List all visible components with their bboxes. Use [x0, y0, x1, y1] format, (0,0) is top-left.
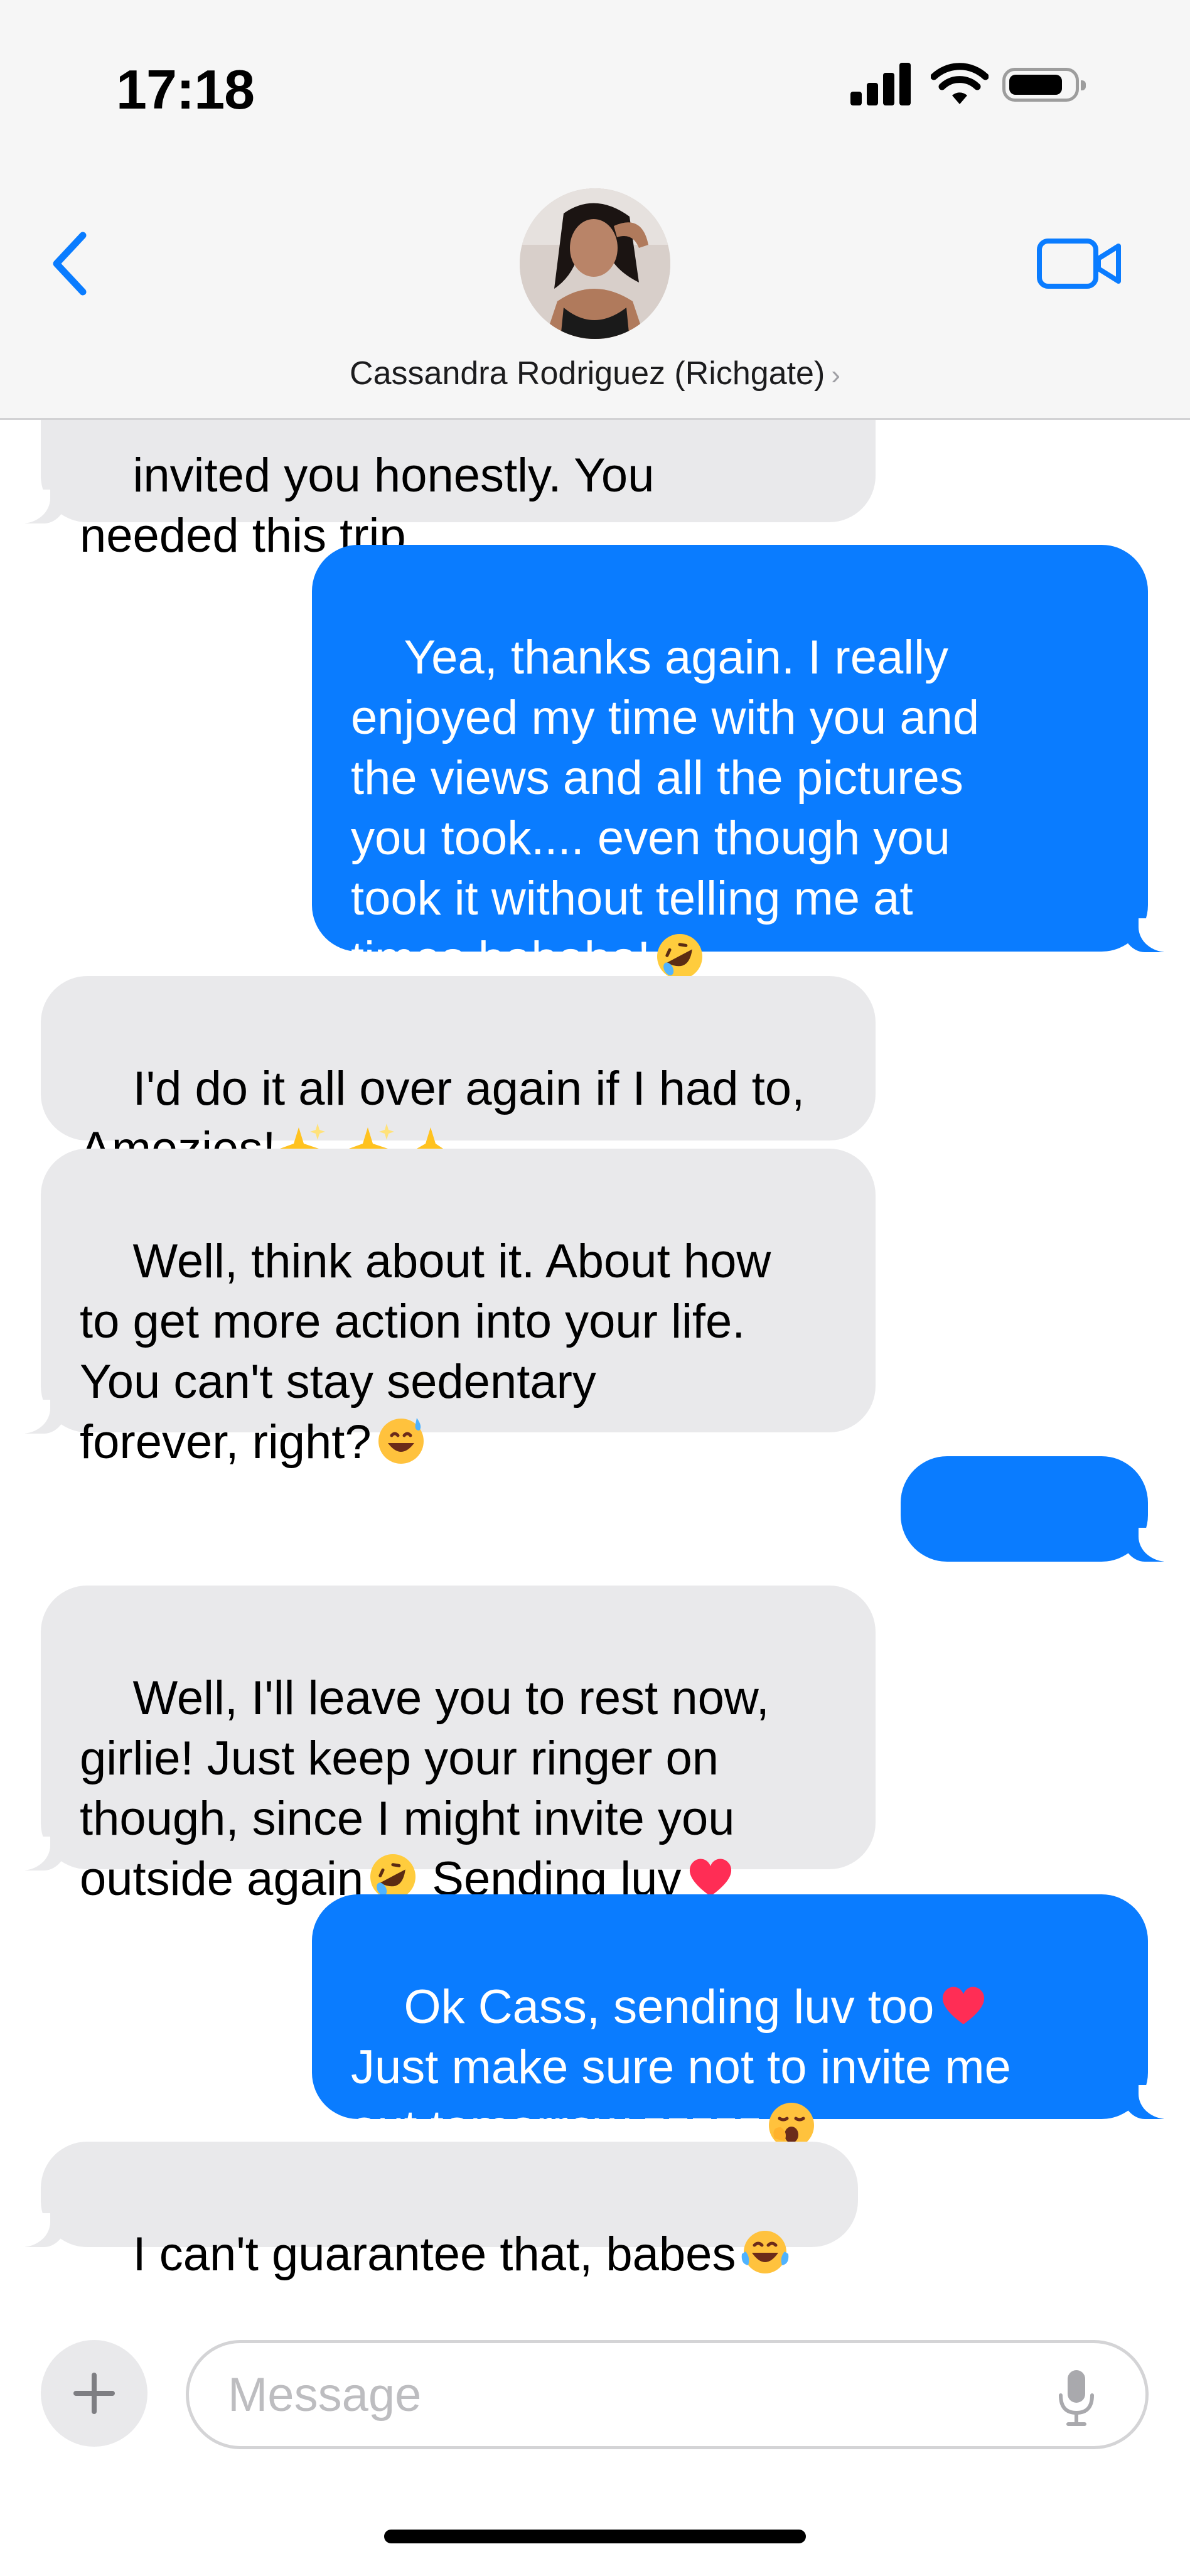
message-text: Ok Cass, sending luv too: [404, 1980, 935, 2034]
home-indicator[interactable]: [384, 2530, 806, 2543]
bubble-tail: [6, 2213, 69, 2247]
red-heart-icon: [943, 1987, 985, 2024]
wifi-icon: [931, 63, 989, 104]
rolling-on-floor-laughing-icon: [657, 934, 703, 979]
conversation-header: 17:18 Cassandra Rodriguez (Richgate) ›: [0, 0, 1190, 420]
plus-icon: [73, 2373, 115, 2414]
microphone-button[interactable]: [1054, 2366, 1098, 2429]
microphone-icon: [1059, 2370, 1094, 2426]
back-button[interactable]: [44, 223, 100, 304]
battery-icon: [1002, 68, 1086, 102]
status-time: 17:18: [116, 58, 255, 121]
cellular-signal-icon: [850, 62, 913, 105]
message-input[interactable]: [186, 2340, 1149, 2449]
bubble-tail: [6, 1837, 69, 1870]
bubble-tail: [1120, 1528, 1182, 1562]
bubble-tail: [1120, 918, 1182, 952]
apps-plus-button[interactable]: [41, 2340, 147, 2447]
video-call-button[interactable]: [1036, 232, 1123, 295]
message-bubble-outgoing[interactable]: Ok Cass, sending luv too Just make sure …: [312, 1894, 1148, 2154]
chevron-right-icon: ›: [831, 360, 840, 390]
message-bubble-outgoing[interactable]: Right....: [901, 1456, 1148, 1656]
contact-name: Cassandra Rodriguez (Richgate): [350, 355, 825, 392]
message-bubble-incoming[interactable]: I can't guarantee that, babes: [41, 2142, 858, 2281]
message-bubble-outgoing[interactable]: Yea, thanks again. I really enjoyed my t…: [312, 545, 1148, 985]
avatar-photo: [520, 188, 670, 339]
face-with-tears-of-joy-icon: [742, 2231, 789, 2273]
message-text: Right....: [936, 1602, 1100, 1656]
contact-name-button[interactable]: Cassandra Rodriguez (Richgate) ›: [0, 355, 1190, 392]
message-text-continued: Just make sure not to invite me out tomo…: [351, 2041, 1011, 2154]
message-text: I can't guarantee that, babes: [132, 2228, 736, 2281]
contact-avatar[interactable]: [520, 188, 670, 339]
message-bubble-incoming[interactable]: Well, I'll leave you to rest now, girlie…: [41, 1586, 876, 1906]
message-bubble-incoming[interactable]: I'd do it all over again if I had to, Am…: [41, 976, 876, 1176]
bubble-tail: [6, 1400, 69, 1434]
smiling-face-with-sweat-icon: [378, 1418, 424, 1464]
bubble-tail: [6, 490, 69, 523]
message-bubble-incoming[interactable]: Well, think about it. About how to get m…: [41, 1149, 876, 1469]
bubble-tail: [1120, 2085, 1182, 2119]
